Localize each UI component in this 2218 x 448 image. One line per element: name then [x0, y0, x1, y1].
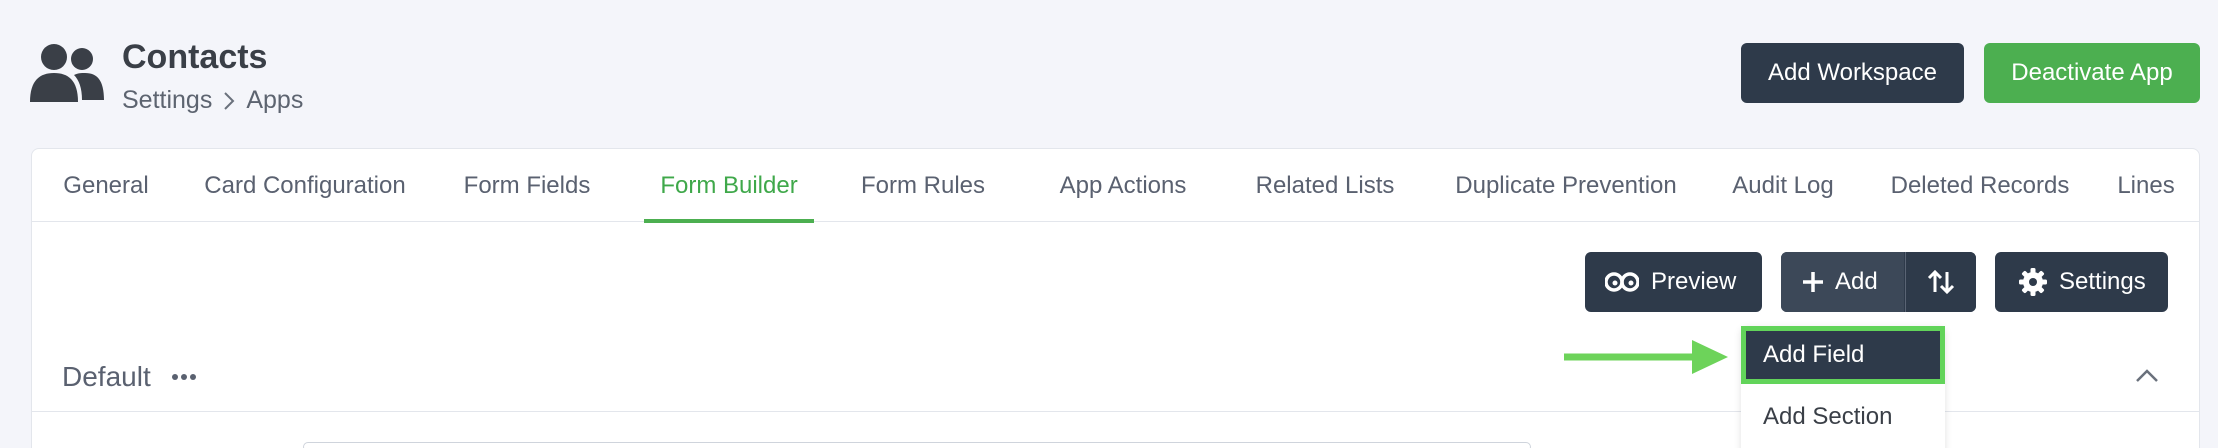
section-title: Default — [62, 361, 151, 392]
add-button-group: Add — [1781, 252, 1976, 312]
chevron-up-icon[interactable] — [2134, 366, 2160, 384]
arrow-right-icon — [1564, 340, 1728, 374]
tab-form-fields[interactable]: Form Fields — [448, 149, 606, 222]
glasses-icon — [1605, 272, 1639, 292]
page-title: Contacts — [122, 38, 268, 76]
tab-general[interactable]: General — [52, 149, 160, 222]
more-options-icon[interactable] — [171, 367, 197, 387]
gear-icon — [2019, 268, 2047, 296]
sort-arrows-icon — [1927, 269, 1955, 295]
plus-icon — [1803, 272, 1823, 292]
tab-app-actions[interactable]: App Actions — [1028, 149, 1218, 222]
tab-duplicate-prevention[interactable]: Duplicate Prevention — [1410, 149, 1722, 222]
tab-related-lists[interactable]: Related Lists — [1216, 149, 1434, 222]
tab-audit-log[interactable]: Audit Log — [1696, 149, 1870, 222]
tab-card-configuration[interactable]: Card Configuration — [188, 149, 422, 222]
breadcrumb-apps: Apps — [246, 86, 304, 114]
page-header: Contacts Settings Apps Add Workspace Dea… — [0, 0, 2218, 148]
preview-label: Preview — [1651, 268, 1737, 295]
tab-form-rules[interactable]: Form Rules — [850, 149, 996, 222]
tab-lines[interactable]: Lines — [2102, 149, 2190, 222]
chevron-right-icon — [224, 91, 235, 110]
add-workspace-button[interactable]: Add Workspace — [1741, 43, 1964, 103]
tab-bar: General Card Configuration Form Fields F… — [32, 149, 2199, 223]
users-icon — [30, 44, 104, 102]
add-dropdown-menu: Add Field Add Section — [1741, 326, 1945, 448]
settings-button[interactable]: Settings — [1995, 252, 2168, 312]
tab-deleted-records[interactable]: Deleted Records — [1858, 149, 2102, 222]
menu-item-add-field[interactable]: Add Field — [1741, 326, 1945, 384]
breadcrumb: Settings Apps — [122, 86, 303, 115]
add-button[interactable]: Add — [1781, 252, 1904, 312]
add-label: Add — [1835, 268, 1878, 295]
deactivate-app-button[interactable]: Deactivate App — [1984, 43, 2200, 103]
sort-button[interactable] — [1905, 252, 1976, 312]
tab-form-builder[interactable]: Form Builder — [644, 149, 814, 223]
menu-item-add-section[interactable]: Add Section — [1741, 388, 1945, 446]
settings-label: Settings — [2059, 268, 2146, 295]
breadcrumb-settings[interactable]: Settings — [122, 86, 212, 115]
form-field-input[interactable] — [303, 442, 1531, 448]
preview-button[interactable]: Preview — [1585, 252, 1762, 312]
